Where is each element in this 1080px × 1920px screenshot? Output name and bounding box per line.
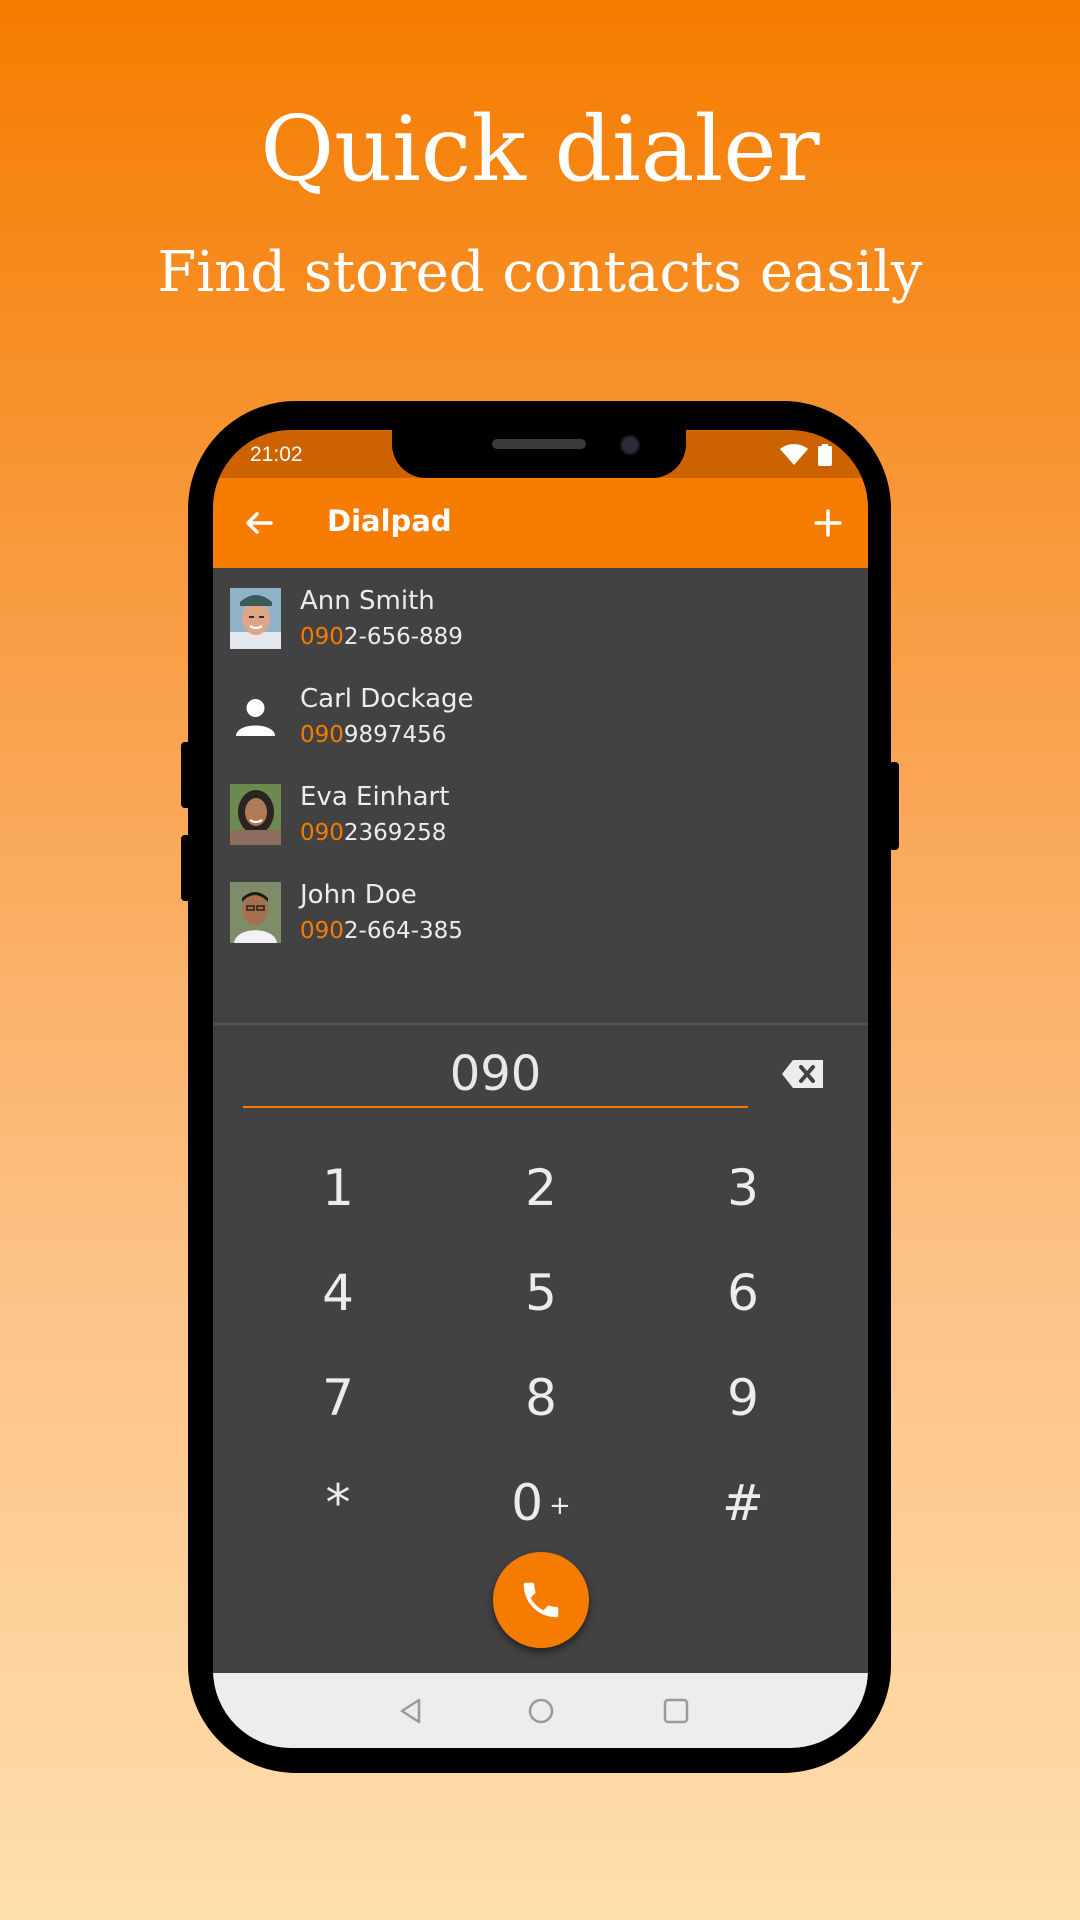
phone-icon [523, 1582, 559, 1618]
contact-number-match: 090 [300, 624, 344, 650]
dial-key-hash[interactable]: # [663, 1463, 823, 1543]
contact-number-rest: 2369258 [343, 820, 447, 846]
dial-key-label: 8 [525, 1369, 557, 1427]
promo-subtitle: Find stored contacts easily [157, 240, 923, 305]
dial-key-label: 2 [525, 1159, 557, 1217]
contact-row[interactable]: John Doe 0902-664-385 [213, 872, 868, 970]
contact-number-match: 090 [300, 918, 344, 944]
contact-name: John Doe [300, 880, 417, 910]
contact-number: 0909897456 [300, 722, 446, 748]
contact-number: 0902-664-385 [300, 918, 463, 944]
dial-key-label: 0 [511, 1474, 543, 1532]
dial-key-2[interactable]: 2 [461, 1148, 621, 1228]
dial-key-3[interactable]: 3 [663, 1148, 823, 1228]
front-camera [620, 435, 640, 455]
phone-speaker [492, 439, 586, 449]
plus-icon[interactable] [808, 503, 848, 543]
dial-key-1[interactable]: 1 [258, 1148, 418, 1228]
dial-key-6[interactable]: 6 [663, 1253, 823, 1333]
dial-key-0[interactable]: 0 + [461, 1463, 621, 1543]
contact-row[interactable]: Carl Dockage 0909897456 [213, 676, 868, 774]
contact-number: 0902-656-889 [300, 624, 463, 650]
app-bar: Dialpad [213, 478, 868, 568]
dial-key-label: 7 [322, 1369, 354, 1427]
dial-key-label: 4 [322, 1264, 354, 1322]
contact-name: Carl Dockage [300, 684, 474, 714]
phone-screen: 21:02 Dialpad Ann Smith 0902-656-889 Car… [213, 430, 868, 1748]
dial-number-input[interactable]: 090 [243, 1042, 748, 1108]
dial-key-label: 5 [525, 1264, 557, 1322]
dial-key-star[interactable]: * [258, 1463, 418, 1543]
contact-row[interactable]: Eva Einhart 0902369258 [213, 774, 868, 872]
person-placeholder-icon [236, 699, 275, 736]
nav-recents-icon[interactable] [659, 1694, 693, 1728]
contact-number-rest: 2-656-889 [343, 624, 463, 650]
call-button[interactable] [493, 1552, 589, 1648]
status-time: 21:02 [250, 443, 303, 466]
contact-number: 0902369258 [300, 820, 446, 846]
nav-back-icon[interactable] [394, 1694, 428, 1728]
dial-key-label: 6 [727, 1264, 759, 1322]
contact-number-rest: 9897456 [343, 722, 447, 748]
contact-number-match: 090 [300, 722, 344, 748]
battery-icon [818, 444, 832, 466]
dial-key-4[interactable]: 4 [258, 1253, 418, 1333]
arrow-back-icon[interactable] [239, 503, 279, 543]
contact-name: Ann Smith [300, 586, 435, 616]
contact-avatar [230, 784, 281, 845]
dial-key-label: 9 [727, 1369, 759, 1427]
contact-number-rest: 2-664-385 [343, 918, 463, 944]
dial-key-label: 3 [727, 1159, 759, 1217]
dial-key-label: * [325, 1474, 351, 1532]
promo-title: Quick dialer [260, 97, 820, 202]
app-title: Dialpad [327, 504, 452, 538]
dial-key-label: # [722, 1474, 764, 1532]
dial-key-sublabel: + [549, 1491, 571, 1521]
dial-key-5[interactable]: 5 [461, 1253, 621, 1333]
wifi-icon [780, 444, 808, 465]
dial-key-8[interactable]: 8 [461, 1358, 621, 1438]
contact-row[interactable]: Ann Smith 0902-656-889 [213, 578, 868, 676]
backspace-icon[interactable] [781, 1058, 825, 1090]
contact-name: Eva Einhart [300, 782, 450, 812]
contact-avatar [230, 588, 281, 649]
system-nav-bar [213, 1673, 868, 1748]
status-icons [780, 444, 832, 466]
contact-number-match: 090 [300, 820, 344, 846]
dial-key-9[interactable]: 9 [663, 1358, 823, 1438]
phone-notch [392, 401, 686, 478]
nav-home-icon[interactable] [524, 1694, 558, 1728]
dial-key-7[interactable]: 7 [258, 1358, 418, 1438]
divider [213, 1023, 868, 1025]
contact-avatar [230, 882, 281, 943]
dial-key-label: 1 [322, 1159, 354, 1217]
